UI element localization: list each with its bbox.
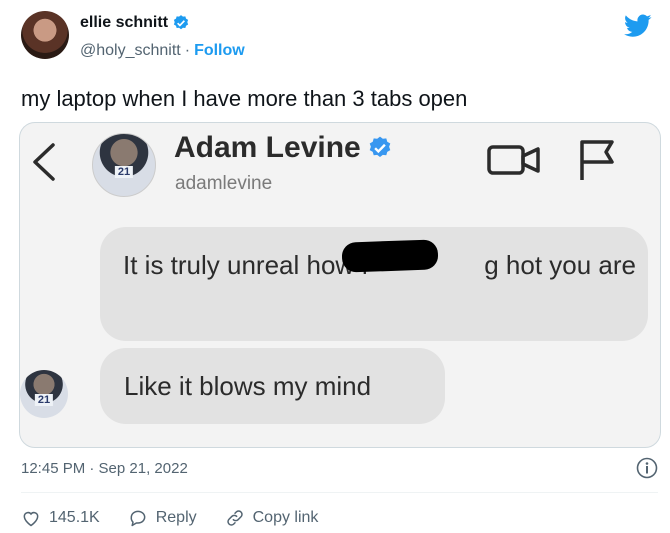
author-handle[interactable]: @holy_schnitt (80, 42, 181, 60)
video-call-icon (487, 145, 540, 175)
message-bubble: Like it blows my mind (100, 348, 445, 424)
author-display-name[interactable]: ellie schnitt (80, 14, 168, 32)
dm-name: Adam Levine (174, 131, 361, 164)
tweet-text: my laptop when I have more than 3 tabs o… (21, 86, 468, 111)
verified-badge-icon (173, 15, 189, 30)
message-text: Like it blows my mind (124, 371, 372, 401)
info-icon[interactable] (636, 457, 658, 479)
dm-name-row: Adam Levine (174, 131, 393, 165)
separator-dot: · (184, 42, 191, 59)
copy-link-label: Copy link (252, 509, 319, 526)
author-handle-row: @holy_schnitt · Follow (80, 42, 245, 60)
like-count: 145.1K (49, 509, 100, 526)
back-chevron-icon (33, 143, 55, 181)
heart-icon (23, 511, 39, 527)
message-avatar: 21 (20, 370, 68, 418)
jersey-number-small: 21 (34, 393, 54, 406)
dm-avatar: 21 (92, 133, 156, 197)
reply-bubble-icon (130, 510, 146, 527)
censor-scribble (341, 239, 439, 273)
divider (21, 492, 658, 493)
author-avatar[interactable] (21, 11, 69, 59)
dm-handle: adamlevine (175, 173, 273, 194)
dm-verified-icon (369, 136, 391, 157)
tweet-timestamp[interactable]: 12:45 PM · Sep 21, 2022 (21, 460, 188, 477)
author-name-row: ellie schnitt (80, 14, 190, 32)
follow-button[interactable]: Follow (194, 42, 245, 60)
copy-link-button[interactable]: Copy link (225, 508, 319, 528)
like-button[interactable]: 145.1K (21, 508, 100, 528)
reply-label: Reply (155, 509, 197, 526)
flag-icon (580, 140, 614, 180)
action-bar: 145.1K Reply Copy link (21, 508, 346, 528)
reply-button[interactable]: Reply (128, 508, 197, 528)
link-icon (226, 510, 243, 526)
jersey-number: 21 (114, 166, 134, 179)
tweet-media[interactable]: 21 Adam Levine adamlevine It is truly un… (19, 122, 661, 448)
twitter-bird-icon[interactable] (624, 14, 652, 38)
